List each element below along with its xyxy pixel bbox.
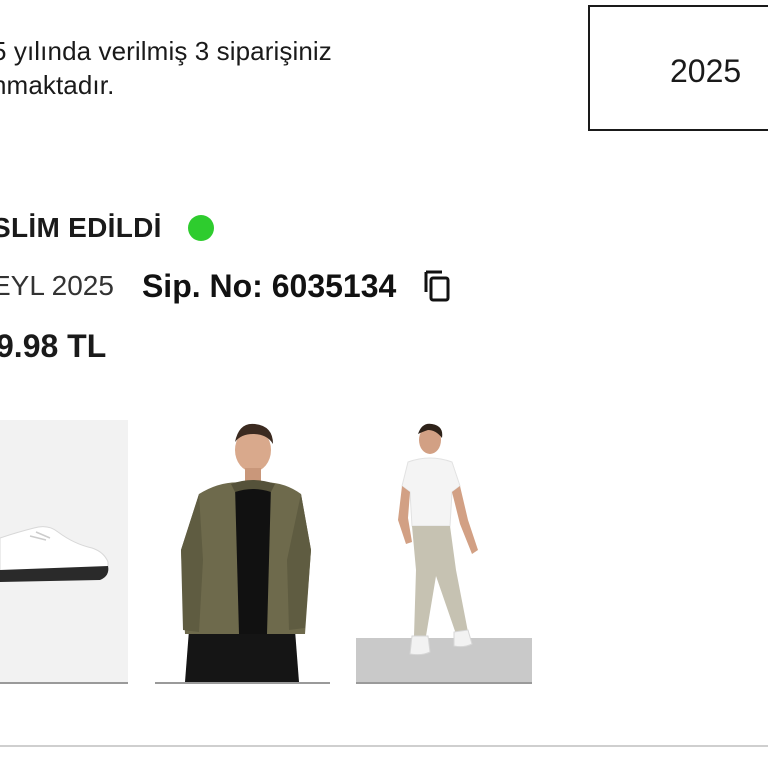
orders-summary: 5 yılında verilmiş 3 siparişiniz nmaktad…: [0, 34, 332, 102]
product-thumbnail-3[interactable]: [356, 420, 532, 684]
order-status-row: SLİM EDİLDİ: [0, 208, 214, 248]
section-divider: [0, 745, 768, 747]
order-meta-row: EYL 2025 Sip. No: 6035134: [0, 266, 454, 306]
summary-line-1: 5 yılında verilmiş 3 siparişiniz: [0, 36, 332, 66]
order-status-text: SLİM EDİLDİ: [0, 212, 162, 243]
summary-line-2: nmaktadır.: [0, 70, 115, 100]
copy-icon[interactable]: [422, 268, 454, 304]
white-sneaker-image: [0, 420, 128, 684]
olive-bomber-jacket-image: [155, 420, 330, 684]
order-total: 9.98 TL: [0, 328, 107, 364]
product-thumbnail-1[interactable]: [0, 420, 128, 684]
status-dot-icon: [187, 215, 214, 241]
beige-chino-pants-image: [356, 420, 532, 684]
order-number: Sip. No: 6035134: [141, 267, 397, 304]
order-date: EYL 2025: [0, 270, 114, 301]
year-filter-select[interactable]: 2025: [588, 5, 768, 131]
orders-page: 5 yılında verilmiş 3 siparişiniz nmaktad…: [0, 0, 768, 768]
product-thumbnail-2[interactable]: [155, 420, 330, 684]
year-filter-value: 2025: [670, 53, 742, 89]
